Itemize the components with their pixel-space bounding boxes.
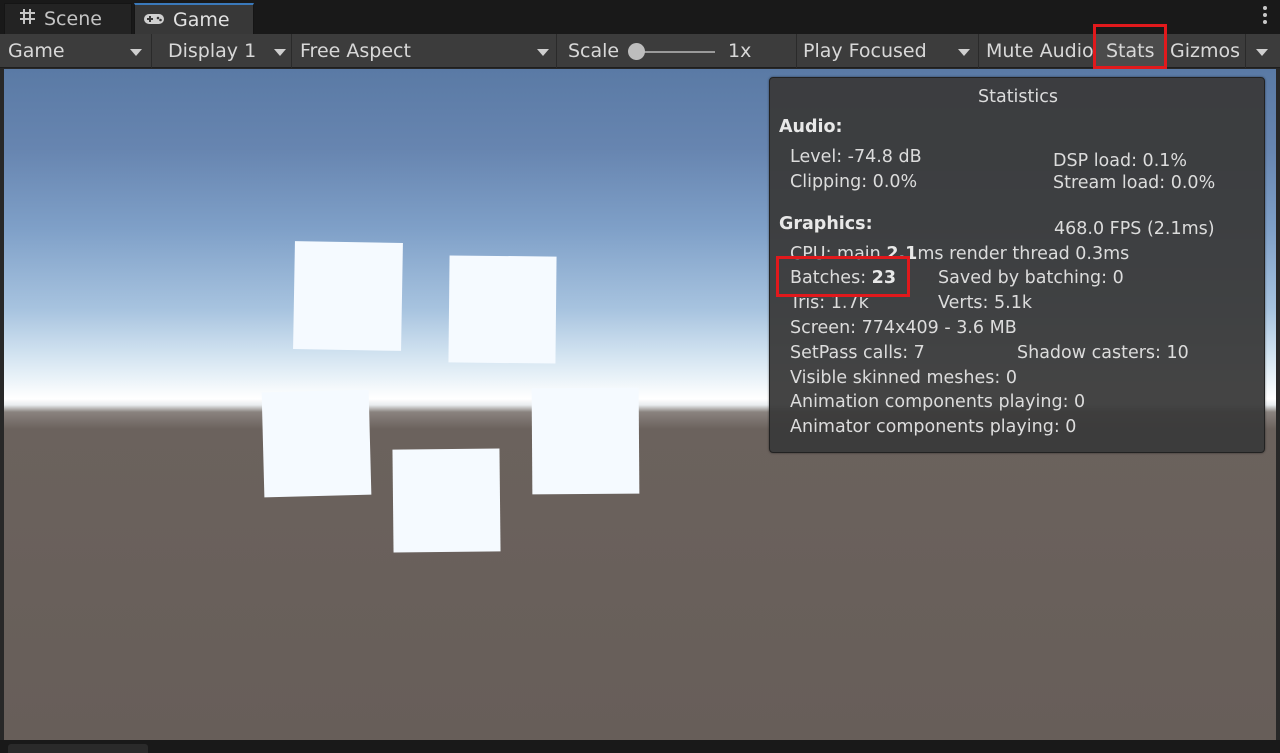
statistics-panel: Statistics Audio: Level: -74.8 dB Clippi… (769, 77, 1265, 453)
chevron-down-icon (274, 49, 286, 56)
white-quad (261, 389, 372, 498)
scale-label: Scale (568, 40, 620, 62)
display-dropdown[interactable]: Display 1 (152, 34, 292, 68)
game-mode-dropdown[interactable]: Game (0, 34, 152, 68)
white-quad (293, 241, 403, 351)
cpu-main-value: 2.1 (886, 244, 918, 264)
chevron-down-icon (958, 49, 970, 56)
play-mode-label: Play Focused (803, 40, 927, 62)
graphics-cpu: CPU: main 2.1ms render thread 0.3ms (790, 244, 1129, 264)
stats-label: Stats (1106, 40, 1155, 62)
more-options-icon[interactable] (1262, 6, 1268, 28)
stats-toggle[interactable]: Stats (1096, 34, 1166, 68)
graphics-fps: 468.0 FPS (2.1ms) (1054, 219, 1215, 239)
tab-bar: Scene Game (0, 0, 1280, 34)
white-quad (392, 448, 501, 553)
graphics-animator-components: Animator components playing: 0 (790, 417, 1077, 437)
scale-slider-track[interactable] (633, 51, 715, 53)
graphics-batches: Batches: 23 (790, 268, 896, 288)
graphics-shadow-casters: Shadow casters: 10 (1017, 343, 1189, 363)
graphics-tris: Tris: 1.7k (790, 293, 869, 313)
display-label: Display 1 (168, 40, 257, 62)
game-mode-label: Game (8, 40, 65, 62)
game-toolbar: Game Display 1 Free Aspect Scale 1x Play… (0, 34, 1280, 68)
graphics-saved-by-batching: Saved by batching: 0 (938, 268, 1124, 288)
mute-audio-toggle[interactable]: Mute Audio (979, 34, 1096, 68)
grid-hash-icon (19, 8, 36, 30)
gizmos-toggle[interactable]: Gizmos (1166, 34, 1246, 68)
audio-level: Level: -74.8 dB (790, 147, 922, 167)
bottom-panel-tab[interactable] (8, 744, 148, 753)
white-quad (448, 255, 557, 364)
chevron-down-icon (1256, 49, 1268, 56)
graphics-animation-components: Animation components playing: 0 (790, 392, 1086, 412)
batches-value: 23 (871, 268, 897, 288)
audio-dsp-load: DSP load: 0.1% (1053, 151, 1188, 171)
audio-heading: Audio: (779, 117, 843, 137)
graphics-setpass: SetPass calls: 7 (790, 343, 925, 363)
tab-scene[interactable]: Scene (4, 3, 132, 34)
mute-audio-label: Mute Audio (986, 40, 1094, 62)
aspect-label: Free Aspect (300, 40, 411, 62)
play-mode-dropdown[interactable]: Play Focused (797, 34, 979, 68)
tab-game-label: Game (173, 8, 230, 31)
game-view-window: Scene Game Game Display 1 Free Aspect Sc… (0, 0, 1280, 753)
audio-stream-load: Stream load: 0.0% (1053, 173, 1216, 193)
white-quad (531, 387, 640, 495)
scale-control: Scale 1x (557, 34, 797, 68)
batches-label: Batches: (790, 268, 872, 288)
scale-value: 1x (728, 40, 752, 62)
graphics-verts: Verts: 5.1k (938, 293, 1032, 313)
tab-game[interactable]: Game (134, 3, 254, 34)
scale-slider-handle[interactable] (628, 43, 645, 60)
aspect-dropdown[interactable]: Free Aspect (292, 34, 557, 68)
gizmos-label: Gizmos (1170, 40, 1241, 62)
graphics-skinned-meshes: Visible skinned meshes: 0 (790, 368, 1017, 388)
gamepad-icon (143, 9, 165, 31)
tab-scene-label: Scene (44, 8, 102, 30)
statistics-title: Statistics (978, 87, 1058, 107)
graphics-screen: Screen: 774x409 - 3.6 MB (790, 318, 1017, 338)
gizmos-dropdown[interactable] (1246, 34, 1280, 68)
cpu-label: CPU: main (790, 244, 887, 264)
audio-clipping: Clipping: 0.0% (790, 172, 918, 192)
chevron-down-icon (537, 49, 549, 56)
bottom-panel-strip (0, 740, 1280, 753)
cpu-rest: ms render thread 0.3ms (917, 244, 1130, 264)
graphics-heading: Graphics: (779, 214, 873, 234)
chevron-down-icon (130, 49, 142, 56)
